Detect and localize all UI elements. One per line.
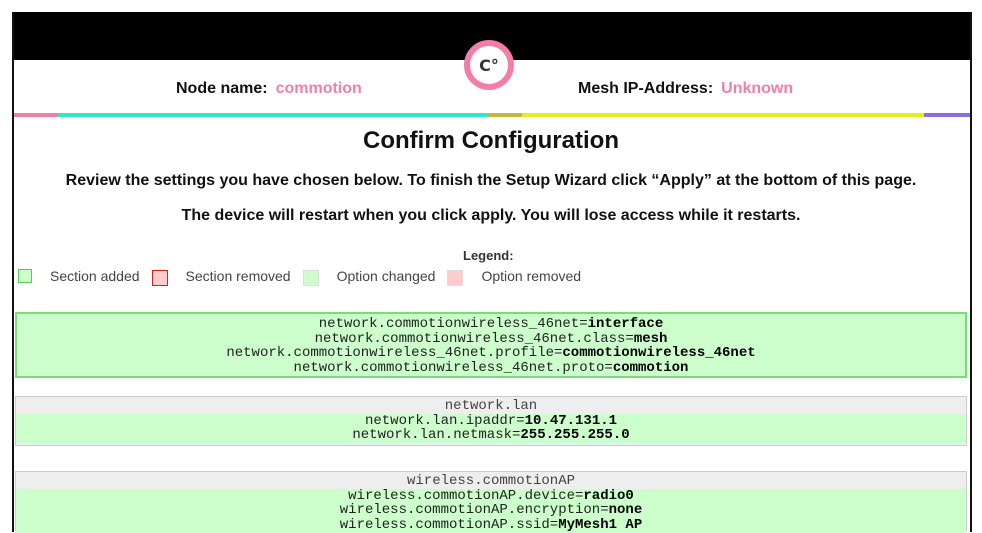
color-segment-purple bbox=[924, 113, 970, 117]
config-value: none bbox=[608, 502, 643, 519]
config-key: network.commotionwireless_46net= bbox=[318, 316, 588, 332]
config-key: network.commotionwireless_46net.class= bbox=[314, 330, 634, 347]
config-key: wireless.commotionAP.device= bbox=[348, 487, 584, 504]
config-value: commotionwireless_46net bbox=[562, 345, 756, 362]
config-line: network.lan.ipaddr=10.47.131.1 bbox=[16, 412, 966, 429]
legend-label: Option changed bbox=[336, 268, 436, 284]
config-key: wireless.commotionAP.ssid= bbox=[339, 517, 559, 533]
legend-label: Section added bbox=[50, 268, 140, 284]
config-value: mesh bbox=[633, 330, 668, 347]
config-value: 10.47.131.1 bbox=[524, 412, 618, 429]
node-name: Node name: commotion bbox=[176, 80, 362, 98]
config-value: MyMesh1 AP bbox=[558, 517, 643, 533]
section-removed-swatch bbox=[151, 270, 168, 286]
page-title: Confirm Configuration bbox=[363, 127, 619, 154]
config-value: commotion bbox=[612, 360, 689, 377]
instructions-text: Review the settings you have chosen belo… bbox=[65, 172, 917, 189]
config-value: interface bbox=[587, 316, 664, 332]
config-line: network.commotionwireless_46net.profile=… bbox=[17, 346, 965, 361]
legend-item-option-changed: Option changed bbox=[302, 266, 448, 286]
change-block-46net: network.commotionwireless_46net=interfac… bbox=[15, 312, 967, 378]
mesh-ip: Mesh IP-Address: Unknown bbox=[578, 80, 793, 98]
restart-warning: The device will restart when you click a… bbox=[181, 207, 801, 224]
config-key: wireless.commotionAP.encryption= bbox=[339, 502, 609, 519]
commotion-logo[interactable]: C° bbox=[464, 40, 514, 90]
change-block-network-lan: network.lan network.lan.ipaddr=10.47.131… bbox=[15, 396, 967, 446]
legend-item-option-removed: Option removed bbox=[447, 266, 593, 286]
legend-item-section-removed: Section removed bbox=[151, 266, 303, 286]
config-value: radio0 bbox=[583, 487, 634, 504]
config-key: network.lan.netmask= bbox=[352, 427, 521, 444]
legend-item-section-added: Section added bbox=[18, 268, 152, 284]
color-segment-pink bbox=[14, 113, 58, 117]
config-line: wireless.commotionAP.device=radio0 bbox=[16, 487, 966, 504]
legend-label: Option removed bbox=[481, 268, 582, 284]
legend-title: Legend: bbox=[463, 248, 514, 263]
node-name-label: Node name: bbox=[176, 80, 268, 97]
config-line: wireless.commotionAP.encryption=none bbox=[16, 502, 966, 519]
config-key: network.commotionwireless_46net.profile= bbox=[226, 345, 563, 362]
color-segment-yellow bbox=[522, 113, 924, 117]
option-changed-swatch bbox=[302, 270, 319, 286]
color-segment-teal bbox=[58, 113, 488, 117]
color-segment-olive bbox=[488, 113, 522, 117]
mesh-ip-value: Unknown bbox=[721, 80, 794, 97]
legend: Section added Section removed Option cha… bbox=[18, 266, 593, 286]
config-line: network.commotionwireless_46net=interfac… bbox=[17, 317, 965, 332]
option-removed-swatch bbox=[447, 270, 464, 286]
mesh-ip-label: Mesh IP-Address: bbox=[578, 80, 714, 97]
header-color-line bbox=[14, 113, 970, 117]
node-name-value: commotion bbox=[275, 80, 362, 97]
config-line: network.commotionwireless_46net.class=me… bbox=[17, 330, 965, 347]
config-value: 255.255.255.0 bbox=[520, 427, 630, 444]
config-line: wireless.commotionAP.ssid=MyMesh1 AP bbox=[16, 518, 966, 533]
config-key: network.commotionwireless_46net.proto= bbox=[293, 360, 613, 377]
config-line: network.commotionwireless_46net.proto=co… bbox=[17, 361, 965, 376]
legend-label: Section removed bbox=[185, 268, 291, 284]
change-block-wireless-commotionap: wireless.commotionAP wireless.commotionA… bbox=[15, 471, 967, 533]
section-name: wireless.commotionAP bbox=[406, 473, 576, 489]
section-added-swatch bbox=[18, 269, 32, 283]
config-line: network.lan.netmask=255.255.255.0 bbox=[16, 427, 966, 444]
config-key: network.lan.ipaddr= bbox=[364, 412, 525, 429]
section-name: network.lan bbox=[444, 398, 538, 414]
